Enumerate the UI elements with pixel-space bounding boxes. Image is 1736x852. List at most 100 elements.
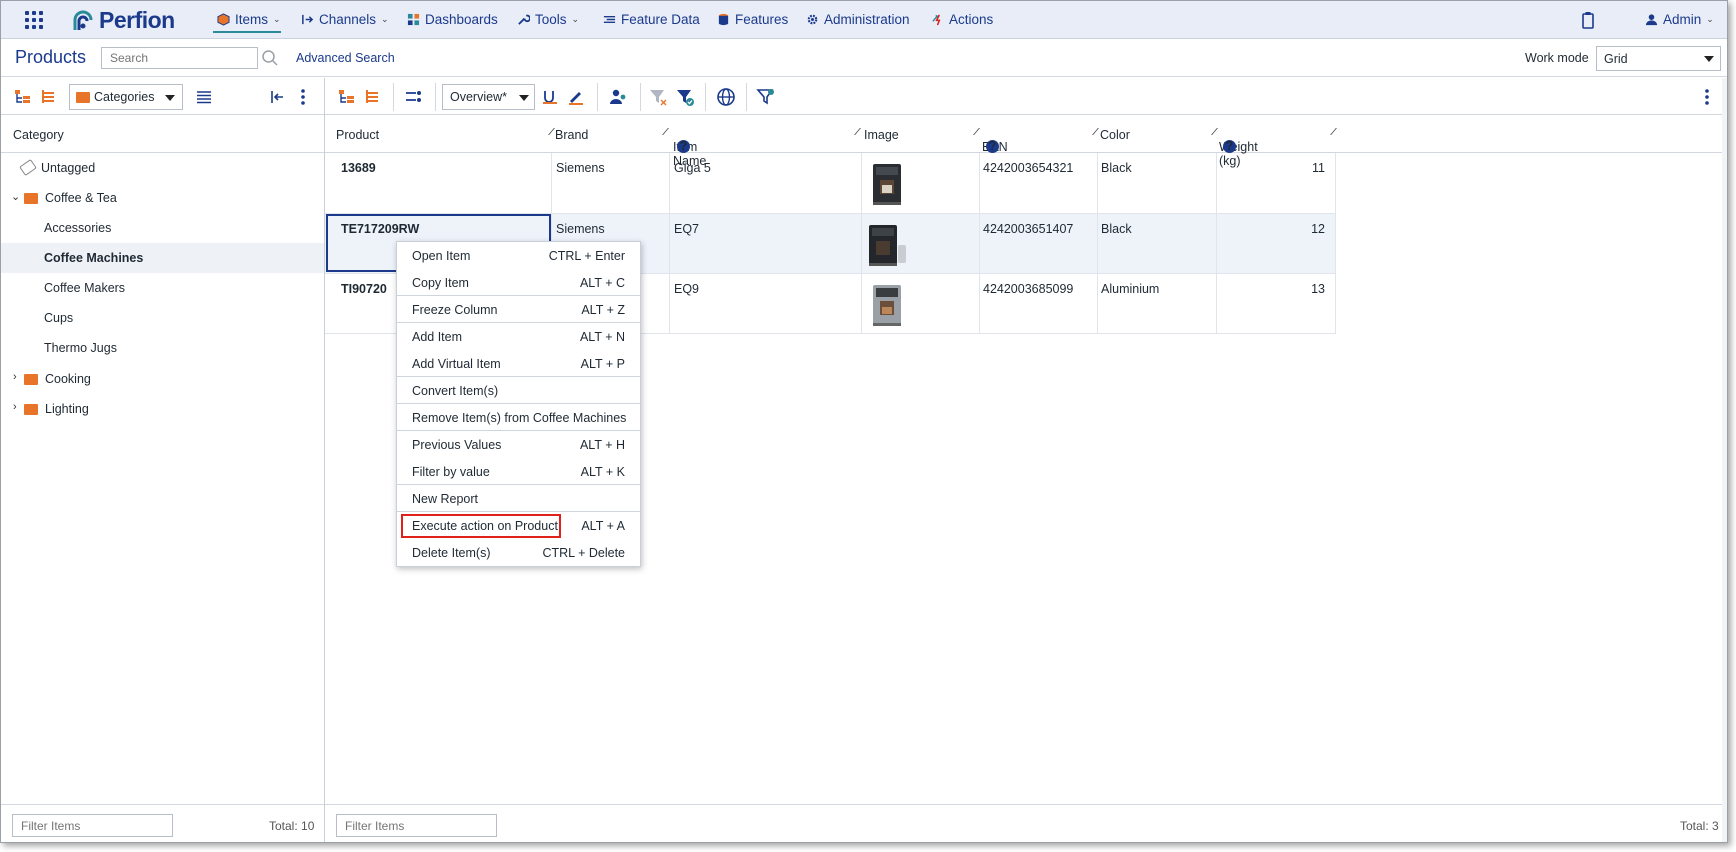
cell-ean[interactable]: 4242003651407 (983, 222, 1073, 236)
cell-product[interactable]: TI90720 (341, 282, 387, 296)
apply-filter-icon[interactable] (675, 87, 695, 107)
menu-item-filter-by-value[interactable]: Filter by value ALT + K (397, 458, 640, 485)
work-mode-select[interactable]: Grid (1596, 46, 1721, 71)
menu-item-copy-item[interactable]: Copy Item ALT + C (397, 269, 640, 296)
clipboard-icon[interactable] (1581, 11, 1595, 29)
filter-config-icon[interactable] (756, 87, 776, 107)
nav-dashboards[interactable]: Dashboards (407, 12, 498, 27)
cell-weight[interactable]: 12 (1311, 222, 1325, 236)
product-image-thumbnail[interactable] (865, 221, 909, 269)
globe-icon[interactable] (716, 87, 736, 107)
menu-item-execute-action[interactable]: Execute action on Product ALT + A (397, 512, 640, 539)
product-image-thumbnail[interactable] (865, 160, 909, 208)
menu-item-open-item[interactable]: Open Item CTRL + Enter (397, 242, 640, 269)
cell-color[interactable]: Aluminium (1101, 282, 1159, 296)
users-icon[interactable] (608, 87, 628, 107)
menu-item-freeze-column[interactable]: Freeze Column ALT + Z (397, 296, 640, 323)
nav-administration[interactable]: Administration (806, 12, 910, 27)
column-resize-handle[interactable] (1324, 128, 1337, 135)
nav-actions[interactable]: Actions (931, 12, 993, 27)
nav-tools[interactable]: Tools ⌄ (517, 12, 579, 27)
grid-filter-input[interactable] (336, 814, 497, 837)
tree-expand-icon[interactable] (13, 87, 33, 107)
column-header-product[interactable]: Product (336, 128, 379, 142)
help-icon[interactable]: ? (677, 140, 690, 153)
chevron-right-icon[interactable]: › (13, 401, 17, 413)
cell-item-name[interactable]: Giga 5 (674, 161, 711, 175)
menu-item-remove-items[interactable]: Remove Item(s) from Coffee Machines (397, 404, 640, 431)
cell-product[interactable]: TE717209RW (341, 222, 419, 236)
search-input[interactable] (101, 47, 258, 69)
view-select[interactable]: Overview* (442, 84, 535, 110)
tree-item-coffee-machines[interactable]: Coffee Machines (1, 243, 324, 273)
column-header-image[interactable]: Image (864, 128, 899, 142)
tree-expand-icon[interactable] (337, 87, 357, 107)
more-vertical-icon[interactable] (1697, 87, 1717, 107)
column-resize-handle[interactable] (1086, 128, 1099, 135)
list-view-icon[interactable] (194, 87, 214, 107)
cell-ean[interactable]: 4242003654321 (983, 161, 1073, 175)
collapse-panel-icon[interactable] (268, 87, 288, 107)
edit-view-icon[interactable] (566, 87, 586, 107)
menu-item-add-virtual-item[interactable]: Add Virtual Item ALT + P (397, 350, 640, 377)
column-resize-handle[interactable] (967, 128, 980, 135)
tree-item-label: Cooking (45, 372, 91, 386)
cell-product[interactable]: 13689 (341, 161, 376, 175)
tree-item-untagged[interactable]: Untagged (1, 153, 324, 183)
cell-item-name[interactable]: EQ9 (674, 282, 699, 296)
menu-item-add-item[interactable]: Add Item ALT + N (397, 323, 640, 350)
product-image-thumbnail[interactable] (865, 281, 909, 329)
column-resize-handle[interactable] (656, 128, 669, 135)
advanced-search-link[interactable]: Advanced Search (296, 51, 395, 65)
category-select[interactable]: Categories (69, 84, 183, 110)
help-icon[interactable]: ? (1223, 140, 1236, 153)
more-vertical-icon[interactable] (293, 87, 313, 107)
tree-item-accessories[interactable]: Accessories (1, 213, 324, 243)
column-header-color[interactable]: Color (1100, 128, 1130, 142)
brand-logo[interactable]: Perfion (71, 7, 175, 33)
chevron-right-icon[interactable]: › (13, 371, 17, 383)
chevron-down-icon[interactable]: ⌄ (11, 190, 20, 203)
nav-features[interactable]: Features (717, 12, 788, 27)
tree-item-thermo-jugs[interactable]: Thermo Jugs (1, 333, 324, 363)
tree-collapse-icon[interactable] (39, 87, 59, 107)
cell-brand[interactable]: Siemens (556, 161, 605, 175)
help-icon[interactable]: ? (986, 140, 999, 153)
vertical-scrollbar[interactable] (1722, 78, 1727, 842)
cell-color[interactable]: Black (1101, 161, 1132, 175)
menu-item-previous-values[interactable]: Previous Values ALT + H (397, 431, 640, 458)
cell-weight[interactable]: 11 (1311, 161, 1325, 175)
save-view-icon[interactable] (540, 87, 560, 107)
cell-ean[interactable]: 4242003685099 (983, 282, 1073, 296)
clear-filter-icon[interactable] (648, 87, 668, 107)
user-menu[interactable]: Admin ⌄ (1645, 12, 1714, 27)
tree-item-cups[interactable]: Cups (1, 303, 324, 333)
menu-item-shortcut: ALT + A (581, 519, 625, 533)
cell-weight[interactable]: 13 (1311, 282, 1325, 296)
category-header-label: Category (13, 128, 64, 142)
column-header-brand[interactable]: Brand (555, 128, 588, 142)
tree-filter-input[interactable] (12, 814, 173, 837)
search-icon[interactable] (261, 49, 279, 67)
tree-item-lighting[interactable]: › Lighting (1, 394, 324, 424)
column-resize-handle[interactable] (542, 128, 555, 135)
cell-brand[interactable]: Siemens (556, 222, 605, 236)
tree-item-coffee-tea[interactable]: ⌄ Coffee & Tea (1, 183, 324, 213)
columns-settings-icon[interactable] (404, 87, 424, 107)
column-resize-handle[interactable] (1205, 128, 1218, 135)
apps-grid-icon[interactable] (25, 11, 43, 29)
tree-item-cooking[interactable]: › Cooking (1, 364, 324, 394)
column-resize-handle[interactable] (848, 128, 861, 135)
nav-feature-data[interactable]: Feature Data (603, 12, 700, 27)
nav-channels[interactable]: Channels ⌄ (301, 12, 389, 27)
tree-item-coffee-makers[interactable]: Coffee Makers (1, 273, 324, 303)
cell-color[interactable]: Black (1101, 222, 1132, 236)
toolbar-divider (640, 83, 641, 111)
nav-items[interactable]: Items ⌄ (217, 12, 281, 27)
menu-item-new-report[interactable]: New Report (397, 485, 640, 512)
tree-collapse-icon[interactable] (363, 87, 383, 107)
panel-divider[interactable] (324, 78, 325, 842)
menu-item-convert-items[interactable]: Convert Item(s) (397, 377, 640, 404)
menu-item-delete-items[interactable]: Delete Item(s) CTRL + Delete (397, 539, 640, 566)
cell-item-name[interactable]: EQ7 (674, 222, 699, 236)
